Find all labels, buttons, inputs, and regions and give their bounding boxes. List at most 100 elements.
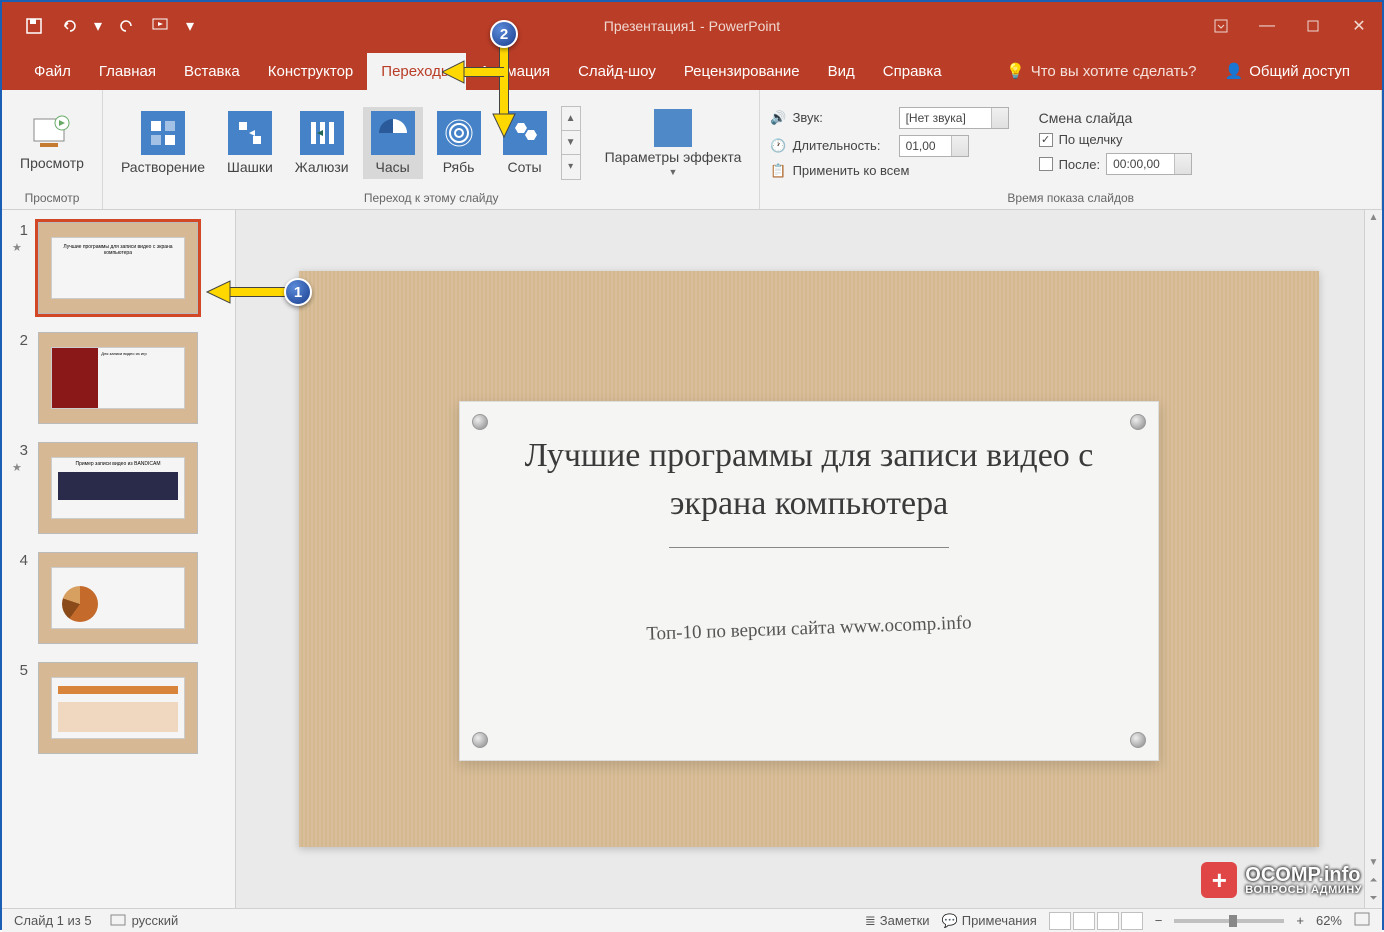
- next-slide-button[interactable]: ⏷: [1365, 893, 1382, 904]
- slide-thumbnail-4[interactable]: [38, 552, 198, 644]
- undo-button[interactable]: [56, 12, 84, 40]
- after-checkbox[interactable]: [1039, 157, 1053, 171]
- window-controls: — ✕: [1198, 10, 1382, 42]
- watermark-logo-icon: +: [1201, 862, 1237, 898]
- status-bar: Слайд 1 из 5 русский ≣Заметки 💬Примечани…: [2, 908, 1382, 932]
- apply-to-all-button[interactable]: 📋 Применить ко всем: [770, 163, 1008, 179]
- ribbon-display-options[interactable]: [1198, 10, 1244, 42]
- slide-thumbnail-5[interactable]: [38, 662, 198, 754]
- zoom-out-button[interactable]: −: [1155, 913, 1163, 928]
- clock-icon: [371, 111, 415, 155]
- advance-title: Смена слайда: [1039, 110, 1193, 126]
- slide-thumbnail-3[interactable]: Пример записи видео из BANDICAM: [38, 442, 198, 534]
- rivet-icon: [472, 732, 488, 748]
- vertical-scrollbar[interactable]: ▲ ▼ ⏶ ⏷: [1364, 210, 1382, 908]
- preview-button[interactable]: Просмотр: [12, 111, 92, 175]
- group-timing: 🔊 Звук: [Нет звука] 🕐 Длительность: 01,0…: [760, 90, 1382, 209]
- transition-checker[interactable]: Шашки: [219, 107, 281, 179]
- on-click-label: По щелчку: [1059, 132, 1123, 147]
- comments-icon: 💬: [942, 913, 958, 929]
- quick-access-toolbar: ▾ ▾: [2, 12, 196, 40]
- share-icon: 👤: [1225, 62, 1244, 80]
- group-preview: Просмотр Просмотр: [2, 90, 103, 209]
- thumb-number: 1: [12, 222, 28, 239]
- tab-design[interactable]: Конструктор: [254, 53, 368, 90]
- apply-all-icon: 📋: [770, 163, 786, 179]
- slide-thumbnail-1[interactable]: Лучшие программы для записи видео с экра…: [38, 222, 198, 314]
- sound-icon: 🔊: [770, 110, 786, 126]
- notes-button[interactable]: ≣Заметки: [865, 913, 930, 929]
- scroll-down-button[interactable]: ▼: [1365, 857, 1382, 868]
- start-from-beginning-button[interactable]: [148, 12, 176, 40]
- slideshow-view-button[interactable]: [1121, 912, 1143, 930]
- slide-thumbnail-2[interactable]: Для записи видео из игр: [38, 332, 198, 424]
- tab-help[interactable]: Справка: [869, 53, 956, 90]
- effect-options-button[interactable]: Параметры эффекта ▼: [597, 105, 750, 181]
- redo-button[interactable]: [112, 12, 140, 40]
- prev-slide-button[interactable]: ⏶: [1365, 875, 1382, 886]
- tab-file[interactable]: Файл: [20, 53, 85, 90]
- reading-view-button[interactable]: [1097, 912, 1119, 930]
- gallery-down[interactable]: ▼: [562, 131, 580, 155]
- callout-badge-1: 1: [284, 278, 312, 306]
- minimize-button[interactable]: —: [1244, 10, 1290, 42]
- transition-star-icon: ★: [12, 241, 28, 254]
- save-button[interactable]: [20, 12, 48, 40]
- share-label: Общий доступ: [1249, 63, 1350, 80]
- watermark-line1: OCOMP.info: [1245, 865, 1362, 885]
- scroll-up-button[interactable]: ▲: [1365, 212, 1382, 223]
- sound-dropdown[interactable]: [Нет звука]: [899, 107, 1009, 129]
- tab-slideshow[interactable]: Слайд-шоу: [564, 53, 670, 90]
- tab-insert[interactable]: Вставка: [170, 53, 254, 90]
- normal-view-button[interactable]: [1049, 912, 1071, 930]
- advance-slide-col: Смена слайда ✓ По щелчку После: 00:00,00: [1039, 110, 1193, 175]
- close-button[interactable]: ✕: [1336, 10, 1382, 42]
- thumb-number: 4: [12, 552, 28, 644]
- effect-options-icon: [654, 109, 692, 147]
- gallery-up[interactable]: ▲: [562, 107, 580, 131]
- title-bar: ▾ ▾ Презентация1 - PowerPoint — ✕: [2, 2, 1382, 50]
- callout-badge-2: 2: [490, 20, 518, 48]
- zoom-level[interactable]: 62%: [1316, 913, 1342, 928]
- callout-arrow-2: [442, 32, 522, 142]
- ribbon-tabs: Файл Главная Вставка Конструктор Переход…: [2, 50, 1382, 90]
- share-button[interactable]: 👤 Общий доступ: [1211, 52, 1364, 90]
- language-status[interactable]: русский: [110, 913, 179, 928]
- group-preview-label: Просмотр: [12, 189, 92, 205]
- sorter-view-button[interactable]: [1073, 912, 1095, 930]
- slide-title-text: Лучшие программы для записи видео с экра…: [500, 432, 1118, 527]
- transition-blinds[interactable]: Жалюзи: [287, 107, 357, 179]
- view-buttons: [1049, 912, 1143, 930]
- rivet-icon: [472, 414, 488, 430]
- duration-spinner[interactable]: 01,00: [899, 135, 969, 157]
- tab-review[interactable]: Рецензирование: [670, 53, 814, 90]
- tell-me-search[interactable]: 💡 Что вы хотите сделать?: [992, 52, 1211, 90]
- transition-clock[interactable]: Часы: [363, 107, 423, 179]
- on-click-checkbox[interactable]: ✓: [1039, 133, 1053, 147]
- slide-subtitle-text: Топ-10 по версии сайта www.ocomp.info: [500, 607, 1118, 651]
- fit-to-window-button[interactable]: [1354, 912, 1370, 929]
- zoom-slider[interactable]: [1174, 919, 1284, 923]
- zoom-in-button[interactable]: +: [1296, 913, 1304, 928]
- title-placeholder[interactable]: Лучшие программы для записи видео с экра…: [459, 401, 1159, 761]
- maximize-button[interactable]: [1290, 10, 1336, 42]
- comments-button[interactable]: 💬Примечания: [942, 913, 1037, 929]
- title-divider: [669, 547, 949, 548]
- slide-count-status: Слайд 1 из 5: [14, 913, 92, 928]
- qat-customize-dropdown[interactable]: ▾: [184, 12, 196, 40]
- rivet-icon: [1130, 732, 1146, 748]
- tab-home[interactable]: Главная: [85, 53, 170, 90]
- thumb-number: 3: [12, 442, 28, 459]
- tab-view[interactable]: Вид: [814, 53, 869, 90]
- undo-dropdown[interactable]: ▾: [92, 12, 104, 40]
- after-spinner[interactable]: 00:00,00: [1106, 153, 1192, 175]
- preview-label: Просмотр: [20, 155, 84, 171]
- work-area: 1 ★ Лучшие программы для записи видео с э…: [2, 210, 1382, 908]
- tell-me-label: Что вы хотите сделать?: [1031, 63, 1197, 80]
- watermark-line2: ВОПРОСЫ АДМИНУ: [1245, 885, 1362, 896]
- transition-dissolve[interactable]: Растворение: [113, 107, 213, 179]
- slide-canvas[interactable]: Лучшие программы для записи видео с экра…: [299, 271, 1319, 847]
- gallery-more[interactable]: ▾: [562, 155, 580, 179]
- sound-label: Звук:: [793, 110, 893, 125]
- thumb-number: 5: [12, 662, 28, 754]
